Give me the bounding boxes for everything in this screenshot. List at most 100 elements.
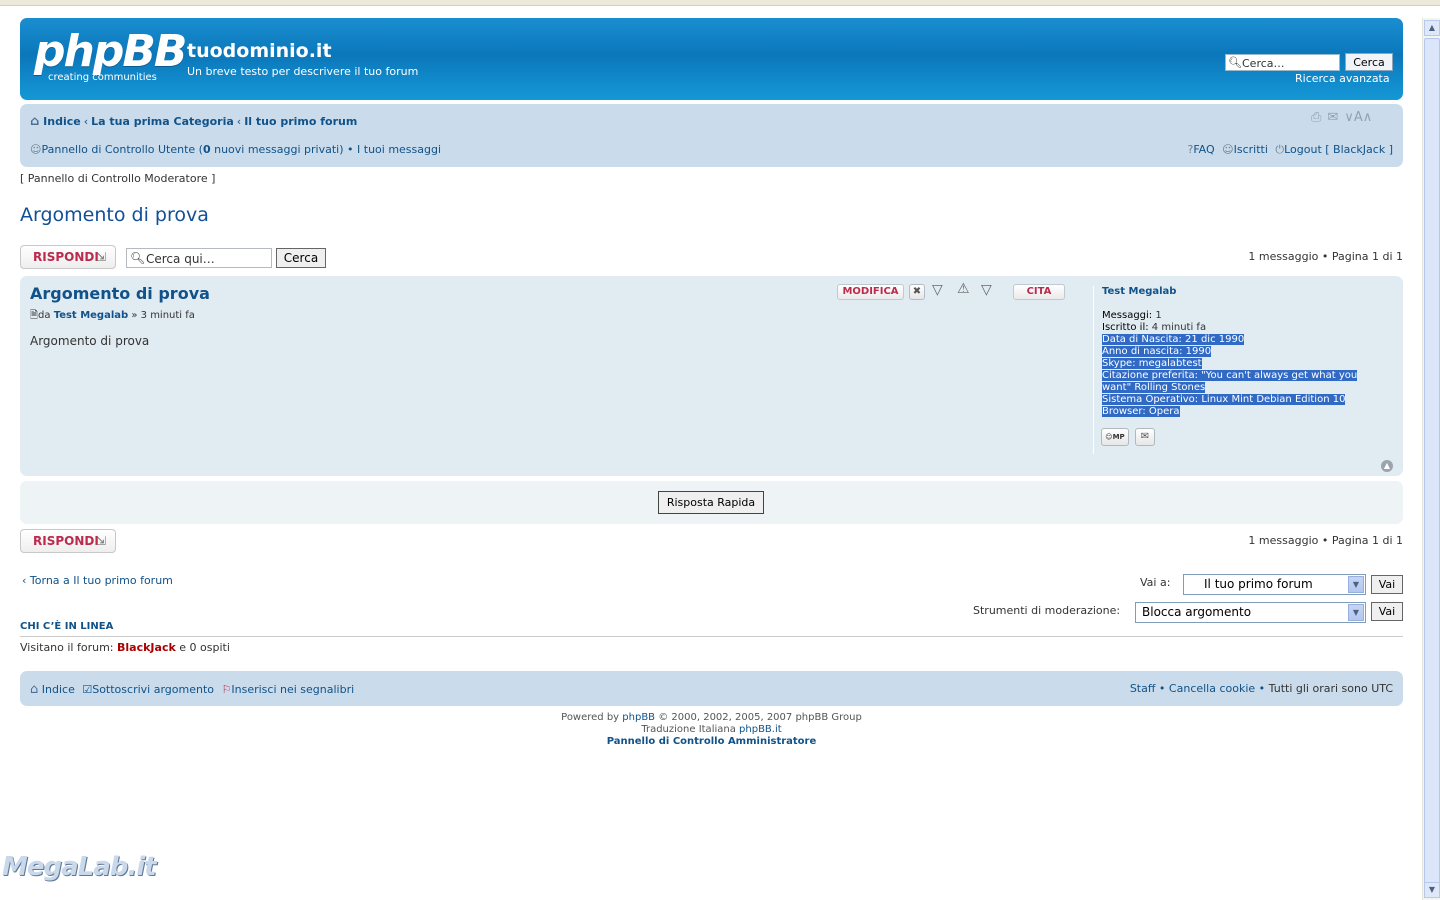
posts-value: 1 <box>1152 310 1162 321</box>
scroll-up-icon[interactable]: ▲ <box>1424 20 1440 36</box>
jump-select[interactable]: Il tuo primo forum ▼ <box>1183 574 1366 595</box>
jump-selected: Il tuo primo forum <box>1204 577 1313 591</box>
online-suffix: e 0 ospiti <box>175 641 230 654</box>
advanced-search-link[interactable]: Ricerca avanzata <box>1295 72 1390 85</box>
profile-field: Citazione preferita: "You can't always g… <box>1102 370 1358 381</box>
user-icon: ☺ <box>30 143 42 156</box>
quote-label: CITA <box>1026 286 1052 297</box>
font-size-icon[interactable]: ∨A∧ <box>1344 110 1372 125</box>
topic-search-input[interactable] <box>146 251 270 266</box>
page-tools: ⎙✉∨A∧ <box>1311 110 1372 125</box>
logout-icon: ⏻︎ <box>1275 143 1285 156</box>
site-title: tuodominio.it <box>187 40 332 62</box>
breadcrumb: ⌂ Indice ‹ La tua prima Categoria ‹ Il tuo p… <box>30 114 357 129</box>
scroll-down-icon[interactable]: ▼ <box>1424 882 1440 898</box>
profile-field: Anno di nascita: 1990 <box>1102 346 1212 357</box>
members-link[interactable]: Iscritti <box>1234 143 1268 156</box>
translation-label: Traduzione Italiana <box>641 724 740 735</box>
footer-index-link[interactable]: Indice <box>42 683 75 696</box>
delete-cookies-link[interactable]: Cancella cookie <box>1169 682 1255 695</box>
post: Argomento di prova 🗎︎da Test Megalab » 3… <box>20 276 1403 476</box>
report-icon[interactable]: ▽ <box>932 282 943 298</box>
warn-icon[interactable]: ⚠︎ <box>957 281 970 297</box>
email-icon[interactable]: ✉ <box>1135 428 1155 446</box>
header-search-box: 🔍︎ <box>1225 54 1340 71</box>
site-description: Un breve testo per descrivere il tuo for… <box>187 65 419 78</box>
home-icon: ⌂ <box>30 682 39 697</box>
quick-reply-button[interactable]: Risposta Rapida <box>658 491 764 514</box>
reply-label: RISPONDI <box>33 250 99 264</box>
crumb-forum[interactable]: Il tuo primo forum <box>244 115 357 128</box>
back-to-top-icon[interactable]: ▲ <box>1381 460 1393 472</box>
chevron-down-icon: ▼ <box>1348 576 1364 593</box>
phpbb-it-link[interactable]: phpBB.it <box>739 724 782 735</box>
post-author[interactable]: Test Megalab <box>54 310 128 321</box>
post-title[interactable]: Argomento di prova <box>30 284 210 303</box>
phpbb-logo[interactable]: phpBB creating communities <box>34 30 187 88</box>
my-posts-link[interactable]: I tuoi messaggi <box>357 143 441 156</box>
profile-joined: Iscritto il: 4 minuti fa <box>1102 322 1206 334</box>
online-user-link[interactable]: BlackJack <box>117 641 176 654</box>
topic-search-box: 🔍︎ <box>126 248 272 268</box>
crumb-separator: ‹ <box>83 115 89 128</box>
members-icon: ☺ <box>1222 143 1234 156</box>
search-icon: 🔍︎ <box>1228 56 1242 69</box>
header-search-button[interactable]: Cerca <box>1345 53 1393 71</box>
mod-tools-go-button[interactable]: Vai <box>1371 602 1403 621</box>
copyright: Powered by phpBB © 2000, 2002, 2005, 200… <box>0 712 1423 748</box>
mod-tools-label: Strumenti di moderazione: <box>973 604 1121 617</box>
pm-label: MP <box>1112 433 1125 441</box>
chevron-left-icon: ‹ <box>22 574 27 587</box>
info-icon[interactable]: ▽ <box>981 282 992 298</box>
header-search-input[interactable] <box>1242 56 1338 70</box>
profile-field: Data di Nascita: 21 dic 1990 <box>1102 334 1245 345</box>
jump-go-button[interactable]: Vai <box>1371 575 1403 594</box>
megalab-watermark: MegaLab.it <box>2 852 157 882</box>
phpbb-link[interactable]: phpBB <box>622 712 655 723</box>
staff-link[interactable]: Staff <box>1130 682 1156 695</box>
logout-link[interactable]: Logout [ BlackJack ] <box>1284 143 1393 156</box>
mod-tools-selected: Blocca argomento <box>1142 605 1252 619</box>
online-users: Visitano il forum: BlackJack e 0 ospiti <box>20 641 230 654</box>
site-header: phpBB creating communities tuodominio.it… <box>20 18 1403 100</box>
powered-by: Powered by <box>561 712 623 723</box>
profile-field: Browser: Opera <box>1102 406 1180 417</box>
mod-tools-select[interactable]: Blocca argomento ▼ <box>1135 602 1366 623</box>
edit-button[interactable]: MODIFICA <box>837 284 904 300</box>
profile-field: want" Rolling Stones <box>1102 382 1206 393</box>
divider <box>20 636 1403 637</box>
crumb-category[interactable]: La tua prima Categoria <box>91 115 234 128</box>
reply-button-bottom[interactable]: RISPONDI ⇲ <box>20 529 116 553</box>
vertical-scrollbar[interactable]: ▲ ▼ <box>1422 18 1440 900</box>
print-icon[interactable]: ⎙ <box>1311 110 1327 125</box>
footer-links-right: Staff • Cancella cookie • Tutti gli orar… <box>1129 682 1393 695</box>
acp-link[interactable]: Pannello di Controllo Amministratore <box>607 736 817 747</box>
reply-button[interactable]: RISPONDI ⇲ <box>20 245 116 269</box>
crumb-index[interactable]: Indice <box>43 115 81 128</box>
bookmark-link[interactable]: Inserisci nei segnalibri <box>231 683 354 696</box>
profile-author[interactable]: Test Megalab <box>1102 286 1176 297</box>
edit-label: MODIFICA <box>842 286 899 297</box>
post-icon: 🗎︎ <box>30 310 39 321</box>
post-meta: 🗎︎da Test Megalab » 3 minuti fa <box>30 308 195 325</box>
topic-search-button[interactable]: Cerca <box>276 248 326 268</box>
email-icon[interactable]: ✉ <box>1327 110 1344 125</box>
back-to-forum-link[interactable]: ‹ Torna a Il tuo primo forum <box>22 574 173 587</box>
quote-button[interactable]: CITA <box>1013 284 1065 300</box>
subscribe-topic-link[interactable]: Sottoscrivi argomento <box>92 683 214 696</box>
online-prefix: Visitano il forum: <box>20 641 118 654</box>
reply-arrow-icon: ⇲ <box>95 534 106 548</box>
delete-icon[interactable]: ✖ <box>909 284 925 300</box>
ucp-link[interactable]: Pannello di Controllo Utente (0 nuovi me… <box>41 143 343 156</box>
user-links: ?FAQ ☺Iscritti ⏻︎Logout [ BlackJack ] <box>1187 143 1393 157</box>
back-link-label: Torna a Il tuo primo forum <box>29 574 173 587</box>
quick-reply-panel: Risposta Rapida <box>20 481 1403 524</box>
ucp-suffix: nuovi messaggi privati) <box>210 143 344 156</box>
mcp-link[interactable]: [ Pannello di Controllo Moderatore ] <box>20 172 215 185</box>
post-time: » 3 minuti fa <box>128 310 195 321</box>
scroll-thumb[interactable] <box>1424 38 1440 890</box>
private-message-icon[interactable]: ☺MP <box>1101 428 1129 446</box>
chevron-down-icon: ▼ <box>1348 604 1364 621</box>
faq-link[interactable]: FAQ <box>1193 143 1214 156</box>
logo-text: phpBB <box>34 26 187 77</box>
